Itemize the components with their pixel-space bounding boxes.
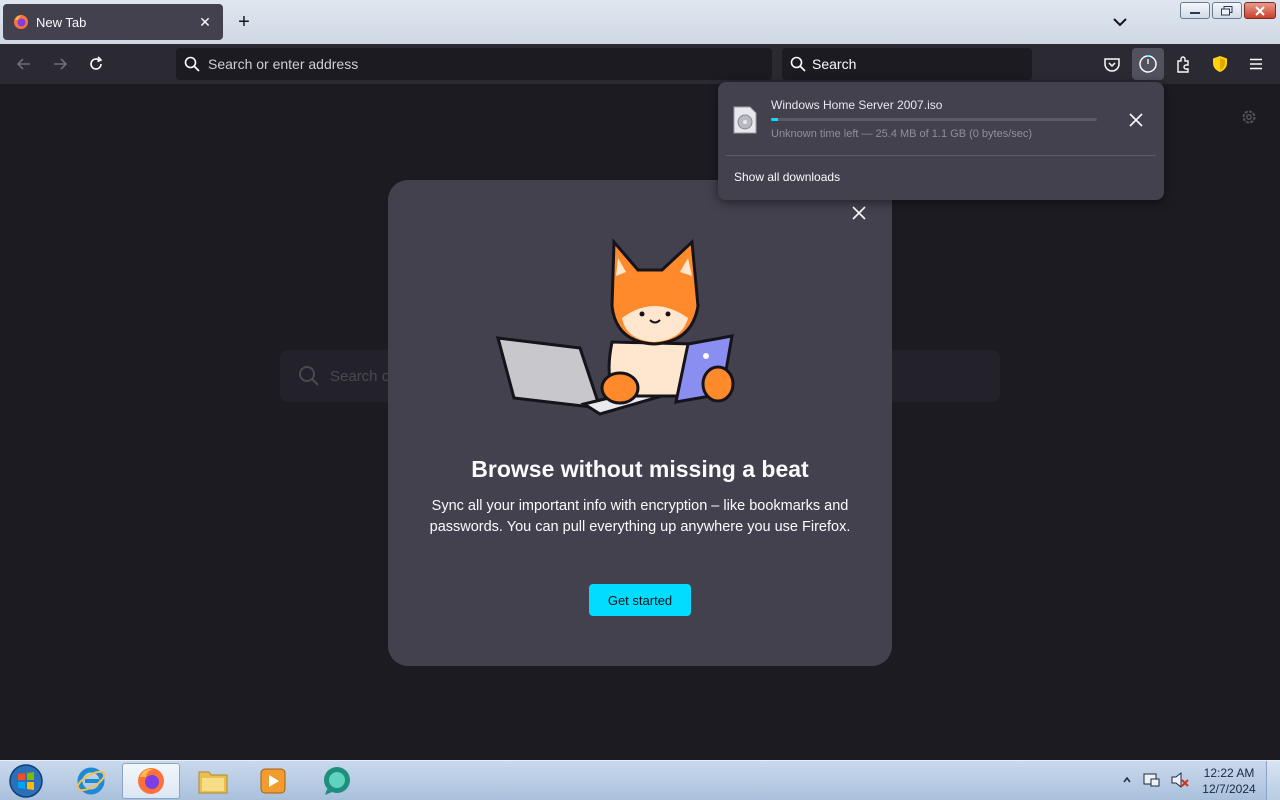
pocket-icon <box>1104 58 1120 72</box>
action-center-flag-icon[interactable] <box>1142 771 1160 789</box>
search-icon <box>184 56 200 72</box>
close-icon[interactable] <box>850 204 868 222</box>
firefox-icon <box>138 768 164 794</box>
tab-strip: New Tab ✕ + <box>0 0 1280 44</box>
search-bar-placeholder: Search <box>812 56 857 72</box>
show-hidden-icons-icon[interactable] <box>1122 775 1132 785</box>
taskbar-firefox[interactable] <box>122 763 180 799</box>
sync-onboarding-dialog: Browse without missing a beat Sync all y… <box>388 180 892 666</box>
download-progress-fill <box>771 118 778 121</box>
new-tab-button[interactable]: + <box>234 12 254 32</box>
show-all-downloads-link[interactable]: Show all downloads <box>734 170 840 184</box>
gear-icon[interactable] <box>1240 108 1258 126</box>
start-button[interactable] <box>6 763 46 799</box>
forward-icon[interactable] <box>50 54 70 74</box>
notification-area <box>1122 771 1190 789</box>
minimize-button[interactable] <box>1180 2 1210 19</box>
back-icon[interactable] <box>14 54 34 74</box>
firefox-icon <box>14 15 28 29</box>
restore-button[interactable] <box>1212 2 1242 19</box>
folder-icon <box>198 771 228 794</box>
search-icon <box>790 56 806 72</box>
volume-muted-icon[interactable] <box>1170 771 1190 789</box>
divider <box>726 155 1156 156</box>
taskbar-media-player[interactable] <box>244 763 302 799</box>
privacy-extension-button[interactable] <box>1204 48 1236 80</box>
close-icon <box>1255 5 1265 16</box>
taskbar: 12:22 AM 12/7/2024 <box>0 760 1280 800</box>
address-bar-placeholder: Search or enter address <box>208 56 359 72</box>
taskbar-chat-app[interactable] <box>308 763 366 799</box>
address-bar[interactable]: Search or enter address <box>176 48 772 80</box>
clock-time: 12:22 AM <box>1203 766 1255 780</box>
cancel-download-icon[interactable] <box>1126 110 1146 130</box>
internet-explorer-icon <box>76 767 106 795</box>
tab-new-tab[interactable]: New Tab ✕ <box>3 4 223 40</box>
fox-illustration <box>495 238 735 416</box>
taskbar-clock[interactable]: 12:22 AM 12/7/2024 <box>1196 765 1262 797</box>
downloads-button[interactable] <box>1132 48 1164 80</box>
dialog-title: Browse without missing a beat <box>471 456 809 482</box>
tab-close-button[interactable]: ✕ <box>197 14 213 31</box>
extensions-button[interactable] <box>1168 48 1200 80</box>
restore-icon <box>1221 5 1233 15</box>
search-bar[interactable]: Search <box>782 48 1032 80</box>
navigation-toolbar: Search or enter address Search <box>0 44 1280 84</box>
clock-date: 12/7/2024 <box>1202 782 1256 796</box>
pocket-button[interactable] <box>1096 48 1128 80</box>
puzzle-icon <box>1177 56 1189 73</box>
reload-icon[interactable] <box>86 54 106 74</box>
tab-title: New Tab <box>36 14 87 30</box>
close-window-button[interactable] <box>1244 2 1276 19</box>
hamburger-menu-icon <box>1250 58 1262 70</box>
disc-image-file-icon <box>733 106 757 134</box>
taskbar-file-explorer[interactable] <box>184 763 242 799</box>
minimize-icon <box>1190 11 1200 14</box>
media-player-icon <box>260 768 286 794</box>
show-desktop-button[interactable] <box>1266 761 1280 800</box>
download-status: Unknown time left — 25.4 MB of 1.1 GB (0… <box>771 128 1033 140</box>
list-all-tabs-icon[interactable] <box>1110 12 1130 32</box>
download-filename: Windows Home Server 2007.iso <box>771 98 943 112</box>
get-started-button[interactable]: Get started <box>589 584 691 616</box>
dialog-description: Sync all your important info with encryp… <box>429 498 851 535</box>
windows-start-icon <box>9 764 43 798</box>
download-progress-icon <box>1139 55 1157 73</box>
taskbar-internet-explorer[interactable] <box>62 763 120 799</box>
window-controls <box>1180 2 1276 19</box>
downloads-panel: Windows Home Server 2007.iso Unknown tim… <box>718 82 1164 200</box>
chat-bubble-icon <box>324 767 350 795</box>
app-menu-button[interactable] <box>1240 48 1272 80</box>
shield-icon <box>1213 56 1227 72</box>
search-icon <box>299 366 319 386</box>
download-progress-bar <box>771 118 1097 121</box>
